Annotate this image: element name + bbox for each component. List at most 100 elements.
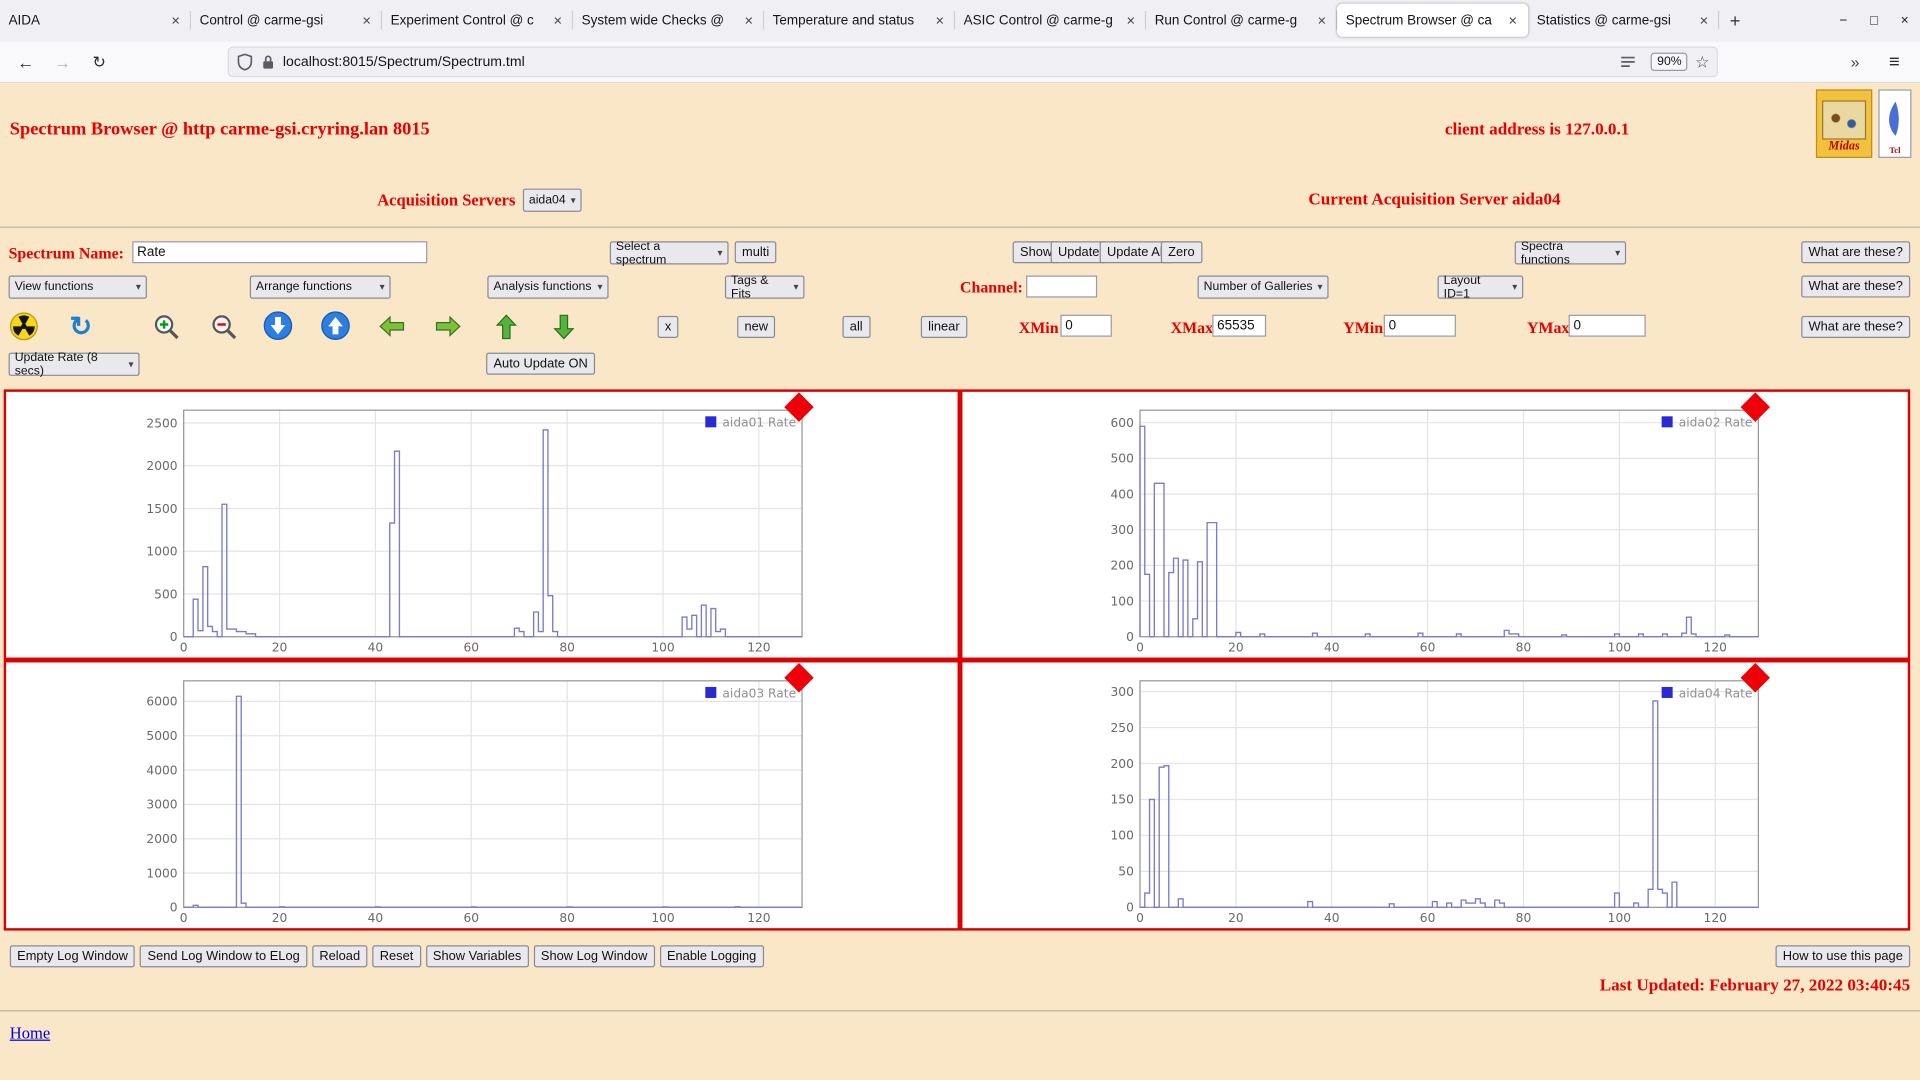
back-button[interactable]: ← bbox=[10, 52, 42, 72]
zoom-level-badge[interactable]: 90% bbox=[1651, 53, 1688, 71]
svg-text:0: 0 bbox=[170, 630, 178, 644]
tcl-powered-logo[interactable]: Tcl bbox=[1878, 89, 1911, 158]
spectrum-panel-aida03: 0204060801001200100020003000400050006000… bbox=[4, 660, 960, 931]
select-a-spectrum-select[interactable]: Select a spectrum bbox=[610, 241, 729, 264]
url-bar[interactable]: localhost:8015/Spectrum/Spectrum.tml 90%… bbox=[228, 47, 1718, 78]
radiation-icon[interactable] bbox=[10, 312, 38, 340]
ymin-input[interactable] bbox=[1384, 315, 1456, 337]
show-log-window-button[interactable]: Show Log Window bbox=[534, 945, 655, 967]
divider bbox=[0, 227, 1920, 228]
browser-tab-asic-control[interactable]: ASIC Control @ carme-g × bbox=[955, 4, 1146, 37]
update-button[interactable]: Update bbox=[1051, 241, 1107, 263]
show-variables-button[interactable]: Show Variables bbox=[426, 945, 529, 967]
enable-logging-button[interactable]: Enable Logging bbox=[660, 945, 764, 967]
all-button[interactable]: all bbox=[842, 316, 870, 338]
tab-close-icon[interactable]: × bbox=[1315, 12, 1328, 29]
hamburger-menu-icon[interactable]: ≡ bbox=[1878, 51, 1910, 72]
svg-text:0: 0 bbox=[170, 901, 178, 915]
linear-button[interactable]: linear bbox=[921, 316, 967, 338]
auto-update-button[interactable]: Auto Update ON bbox=[486, 353, 595, 375]
site-info-lock-icon[interactable] bbox=[261, 53, 276, 70]
layout-id-select[interactable]: Layout ID=1 bbox=[1438, 276, 1524, 299]
tab-close-icon[interactable]: × bbox=[933, 12, 946, 29]
url-text[interactable]: localhost:8015/Spectrum/Spectrum.tml bbox=[283, 54, 1621, 69]
ymax-input[interactable] bbox=[1569, 315, 1646, 337]
reload-button[interactable]: ↻ bbox=[83, 52, 115, 72]
svg-text:4000: 4000 bbox=[146, 763, 177, 777]
zoom-in-icon[interactable] bbox=[152, 312, 181, 341]
acquisition-server-select[interactable]: aida04 bbox=[523, 189, 582, 212]
browser-tab-statistics[interactable]: Statistics @ carme-gsi × bbox=[1528, 4, 1719, 37]
pan-left-arrow-icon[interactable] bbox=[377, 312, 406, 340]
spectrum-chart-aida02[interactable]: 0204060801001200100200300400500600aida02… bbox=[962, 392, 1764, 653]
empty-log-window-button[interactable]: Empty Log Window bbox=[10, 945, 135, 967]
tab-close-icon[interactable]: × bbox=[742, 12, 755, 29]
browser-tab-run-control[interactable]: Run Control @ carme-g × bbox=[1146, 4, 1337, 37]
view-functions-select[interactable]: View functions bbox=[9, 276, 147, 299]
shield-icon[interactable] bbox=[236, 53, 253, 71]
tab-close-icon[interactable]: × bbox=[1124, 12, 1137, 29]
refresh-spectra-icon[interactable]: ↻ bbox=[66, 312, 95, 341]
functions-row: View functions Arrange functions Analysi… bbox=[0, 276, 1920, 305]
tab-close-icon[interactable]: × bbox=[360, 12, 373, 29]
spectrum-chart-aida03[interactable]: 0204060801001200100020003000400050006000… bbox=[6, 662, 808, 923]
tags-and-fits-select[interactable]: Tags & Fits bbox=[725, 276, 805, 299]
reset-button[interactable]: Reset bbox=[372, 945, 420, 967]
x-close-button[interactable]: x bbox=[658, 316, 679, 338]
svg-text:20: 20 bbox=[272, 911, 288, 923]
tab-close-icon[interactable]: × bbox=[169, 12, 182, 29]
pan-right-arrow-icon[interactable] bbox=[433, 312, 462, 340]
browser-tab-experiment-control[interactable]: Experiment Control @ c × bbox=[382, 4, 573, 37]
svg-text:1500: 1500 bbox=[146, 502, 177, 516]
new-button[interactable]: new bbox=[737, 316, 775, 338]
bookmark-star-icon[interactable]: ☆ bbox=[1695, 52, 1709, 72]
window-maximize-button[interactable]: □ bbox=[1859, 0, 1890, 42]
multi-button[interactable]: multi bbox=[735, 241, 777, 263]
browser-tab-aida[interactable]: AIDA × bbox=[0, 4, 191, 37]
svg-text:500: 500 bbox=[154, 587, 177, 601]
tab-close-icon[interactable]: × bbox=[1506, 12, 1519, 29]
browser-tab-control[interactable]: Control @ carme-gsi × bbox=[191, 4, 382, 37]
spectrum-name-input[interactable] bbox=[132, 241, 427, 263]
xmin-input[interactable] bbox=[1060, 315, 1111, 337]
spectra-functions-select[interactable]: Spectra functions bbox=[1515, 241, 1626, 264]
toolbar-overflow-icon[interactable]: » bbox=[1839, 53, 1871, 71]
what-are-these-button-1[interactable]: What are these? bbox=[1801, 241, 1910, 263]
what-are-these-button-3[interactable]: What are these? bbox=[1801, 316, 1910, 338]
reader-view-icon[interactable] bbox=[1620, 54, 1636, 70]
zoom-out-icon[interactable] bbox=[209, 312, 238, 341]
how-to-use-button[interactable]: How to use this page bbox=[1775, 945, 1910, 967]
shrink-y-scale-icon[interactable] bbox=[263, 311, 292, 340]
tab-close-icon[interactable]: × bbox=[551, 12, 564, 29]
window-close-button[interactable]: × bbox=[1889, 0, 1920, 42]
spectrum-chart-aida01[interactable]: 02040608010012005001000150020002500aida0… bbox=[6, 392, 808, 653]
browser-tab-temperature[interactable]: Temperature and status × bbox=[764, 4, 955, 37]
zero-button[interactable]: Zero bbox=[1161, 241, 1202, 263]
reload-page-button[interactable]: Reload bbox=[312, 945, 367, 967]
home-link[interactable]: Home bbox=[10, 1024, 50, 1044]
svg-text:100: 100 bbox=[1111, 829, 1134, 843]
channel-input[interactable] bbox=[1026, 276, 1097, 298]
window-minimize-button[interactable]: − bbox=[1828, 0, 1859, 42]
spectrum-chart-aida04[interactable]: 020406080100120050100150200250300aida04 … bbox=[962, 662, 1764, 923]
svg-text:80: 80 bbox=[559, 911, 575, 923]
midas-logo[interactable]: Midas bbox=[1816, 89, 1872, 158]
what-are-these-button-2[interactable]: What are these? bbox=[1801, 276, 1910, 298]
forward-button[interactable]: → bbox=[47, 52, 79, 72]
tab-close-icon[interactable]: × bbox=[1697, 12, 1710, 29]
expand-y-scale-icon[interactable] bbox=[321, 311, 350, 340]
new-tab-button[interactable]: + bbox=[1719, 5, 1751, 37]
browser-tab-system-checks[interactable]: System wide Checks @ × bbox=[573, 4, 764, 37]
analysis-functions-select[interactable]: Analysis functions bbox=[487, 276, 608, 299]
send-log-to-elog-button[interactable]: Send Log Window to ELog bbox=[140, 945, 307, 967]
update-rate-select[interactable]: Update Rate (8 secs) bbox=[9, 353, 140, 376]
svg-text:300: 300 bbox=[1111, 523, 1134, 537]
svg-text:300: 300 bbox=[1111, 685, 1134, 699]
number-of-galleries-select[interactable]: Number of Galleries bbox=[1198, 276, 1329, 299]
pan-up-arrow-icon[interactable] bbox=[492, 312, 520, 341]
arrange-functions-select[interactable]: Arrange functions bbox=[250, 276, 391, 299]
browser-tab-spectrum-browser[interactable]: Spectrum Browser @ ca × bbox=[1337, 4, 1528, 37]
xmax-input[interactable] bbox=[1212, 315, 1266, 337]
svg-text:6000: 6000 bbox=[146, 695, 177, 709]
pan-down-arrow-icon[interactable] bbox=[550, 312, 578, 341]
